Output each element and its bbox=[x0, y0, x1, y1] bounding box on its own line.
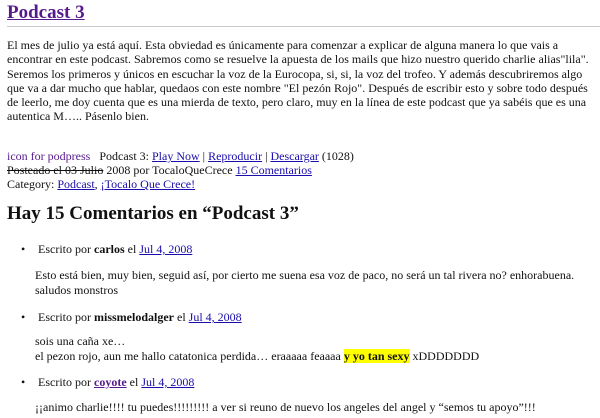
post-meta: Posteado el 03 Julio 2008 por TocaloQueC… bbox=[7, 163, 312, 177]
download-count: (1028) bbox=[321, 149, 354, 163]
bullet-icon: • bbox=[21, 375, 26, 389]
play-now-link[interactable]: Play Now bbox=[152, 149, 200, 163]
comment-author: missmelodalger bbox=[94, 310, 174, 324]
download-link[interactable]: Descargar bbox=[270, 149, 318, 163]
comment-date-link[interactable]: Jul 4, 2008 bbox=[139, 242, 192, 256]
bullet-icon: • bbox=[21, 310, 26, 324]
podpress-player: icon for podpress Podcast 3: Play Now | … bbox=[7, 149, 354, 163]
comment-text: Esto está bien, muy bien, seguid así, po… bbox=[35, 268, 575, 297]
comment-on: el bbox=[129, 375, 139, 389]
podpress-icon[interactable]: icon for podpress bbox=[7, 149, 90, 163]
comment-written-by: Escrito por bbox=[38, 375, 91, 389]
post-body: El mes de julio ya está aquí. Esta obvie… bbox=[7, 38, 589, 124]
post-title[interactable]: Podcast 3 bbox=[7, 2, 85, 24]
comments-count-link[interactable]: 15 Comentarios bbox=[236, 163, 312, 177]
player-separator: | bbox=[265, 149, 268, 163]
category-link-tocalo[interactable]: ¡Tocalo Que Crece! bbox=[101, 177, 195, 191]
comment-written-by: Escrito por bbox=[38, 242, 91, 256]
comment-header: • Escrito por carlos el Jul 4, 2008 bbox=[21, 242, 192, 256]
comment-author-link[interactable]: coyote bbox=[94, 375, 127, 389]
comment-header: • Escrito por coyote el Jul 4, 2008 bbox=[21, 375, 194, 389]
title-divider bbox=[7, 26, 600, 27]
comment-on: el bbox=[177, 310, 186, 324]
comment-line: sois una caña xe… bbox=[35, 334, 126, 348]
play-link[interactable]: Reproducir bbox=[208, 149, 262, 163]
comment-text: sois una caña xe… el pezon rojo, aun me … bbox=[35, 334, 590, 363]
post-categories: Category: Podcast, ¡Tocalo Que Crece! bbox=[7, 177, 195, 191]
player-separator: | bbox=[202, 149, 206, 163]
posted-date-strike: Posteado el 03 Julio bbox=[7, 163, 104, 177]
posted-by: 2008 por TocaloQueCrece bbox=[106, 163, 233, 177]
bullet-icon: • bbox=[21, 242, 26, 256]
comment-line-text: el pezon rojo, aun me hallo catatonica p… bbox=[35, 348, 341, 363]
comment-written-by: Escrito por bbox=[38, 310, 91, 324]
comment-date-link[interactable]: Jul 4, 2008 bbox=[141, 375, 194, 389]
category-link-podcast[interactable]: Podcast bbox=[57, 177, 94, 191]
comment-date-link[interactable]: Jul 4, 2008 bbox=[189, 310, 242, 324]
podcast-label: Podcast 3: bbox=[99, 149, 149, 163]
comment-line: el pezon rojo, aun me hallo catatonica p… bbox=[35, 348, 590, 364]
category-label: Category: bbox=[7, 177, 55, 191]
highlighted-text: y yo tan sexy bbox=[343, 348, 410, 363]
comment-header: • Escrito por missmelodalger el Jul 4, 2… bbox=[21, 310, 242, 324]
comment-on: el bbox=[127, 242, 137, 256]
comment-text: ¡¡animo charlie!!!! tu puedes!!!!!!!!! a… bbox=[35, 400, 536, 414]
comments-heading: Hay 15 Comentarios en “Podcast 3” bbox=[7, 203, 299, 224]
comment-author: carlos bbox=[94, 242, 125, 256]
category-separator: , bbox=[94, 177, 98, 191]
comment-line-text: xDDDDDDD bbox=[412, 348, 480, 363]
